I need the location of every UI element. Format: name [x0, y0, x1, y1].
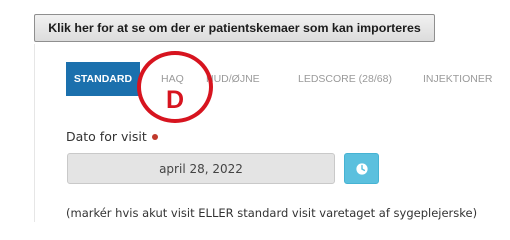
import-patient-forms-button[interactable]: Klik her for at se om der er patientskem…: [34, 14, 435, 42]
tab-bar: STANDARD HAQ HUD/ØJNE LEDSCORE (28/68) I…: [66, 62, 510, 96]
tab-haq[interactable]: HAQ: [161, 62, 184, 96]
content-left-border: [34, 44, 35, 222]
time-picker-button[interactable]: [344, 153, 379, 184]
tab-injektioner[interactable]: INJEKTIONER: [423, 62, 492, 96]
visit-note: (markér hvis akut visit ELLER standard v…: [66, 206, 478, 220]
visit-date-label: Dato for visit: [66, 129, 158, 144]
visit-date-input[interactable]: [67, 153, 335, 184]
page: Klik her for at se om der er patientskem…: [0, 0, 510, 222]
visit-date-label-text: Dato for visit: [66, 129, 147, 144]
tab-ledscore[interactable]: LEDSCORE (28/68): [298, 62, 392, 96]
tab-hud-ojne[interactable]: HUD/ØJNE: [206, 62, 260, 96]
clock-icon: [356, 163, 368, 175]
tab-standard[interactable]: STANDARD: [66, 62, 140, 96]
required-indicator-icon: [151, 133, 158, 140]
